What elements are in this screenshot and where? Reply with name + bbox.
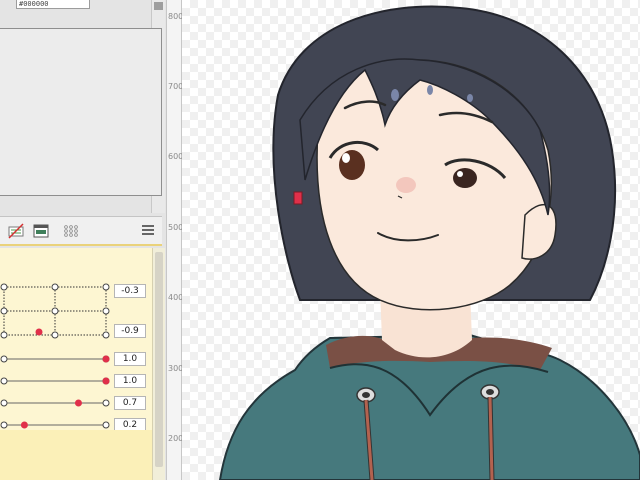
slider-group[interactable] [0,355,110,429]
display-icon[interactable] [33,223,49,239]
ruler-label: 800 [168,12,184,21]
ruler-label: 200 [168,434,184,443]
preview-area [0,28,162,196]
slider-handle[interactable] [102,355,110,363]
slider-handle[interactable] [102,377,110,385]
hamburger-menu-icon[interactable] [142,225,154,237]
parameter-panel: #000000 -0.3 -0.9 1.0 1.0 0.7 0.2 [0,0,166,480]
no-image-icon[interactable] [8,223,24,239]
mesh-handle [35,328,43,336]
face [316,59,553,311]
slider-handle[interactable] [20,421,28,429]
parameter-scrollbar[interactable] [152,248,165,480]
slider-endpoint [0,399,8,407]
ruler-label: 400 [168,293,184,302]
slider-endpoint [0,355,8,363]
ruler-label: 700 [168,82,184,91]
preview-scroll-thumb[interactable] [154,2,163,10]
parameter-list-lower [0,430,152,480]
mesh-bottom-value[interactable]: -0.9 [114,324,146,338]
hair-clip [293,191,303,205]
ruler-label: 600 [168,152,184,161]
slider-1-value[interactable]: 1.0 [114,352,146,366]
slider-endpoint [0,421,8,429]
mesh-grid[interactable] [0,283,110,339]
parameter-scroll-thumb[interactable] [155,252,163,467]
canvas[interactable] [182,0,640,480]
toolbar [0,216,162,246]
ruler-label: 500 [168,223,184,232]
character-illustration [218,5,640,480]
slider-endpoint [102,421,110,429]
slider-3-value[interactable]: 0.7 [114,396,146,410]
vertical-ruler: 800 700 600 500 400 300 200 [166,0,184,480]
slider-endpoint [102,399,110,407]
color-hex-field[interactable]: #000000 [16,0,90,9]
grid-options-icon[interactable] [63,223,79,239]
mesh-top-value[interactable]: -0.3 [114,284,146,298]
ruler-label: 300 [168,364,184,373]
slider-handle[interactable] [74,399,82,407]
slider-endpoint [0,377,8,385]
nose-blush [396,177,416,193]
slider-2-value[interactable]: 1.0 [114,374,146,388]
color-row: #000000 [0,0,150,10]
